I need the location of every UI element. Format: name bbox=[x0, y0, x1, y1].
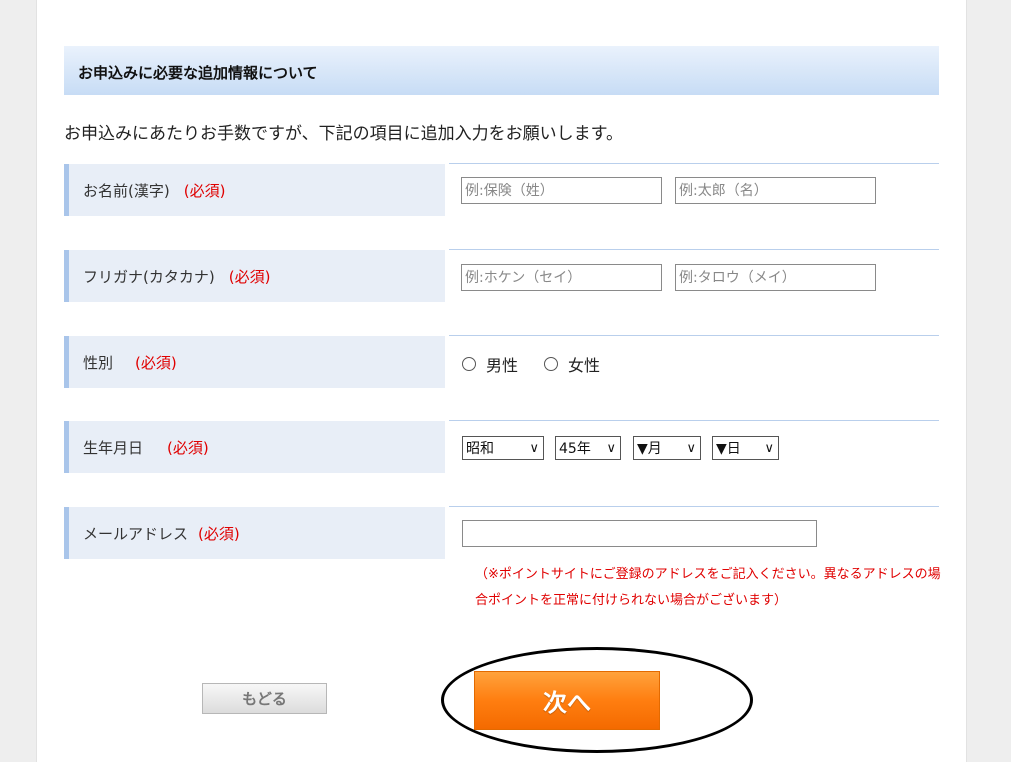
row-divider bbox=[449, 506, 939, 507]
row-divider bbox=[449, 335, 939, 336]
day-select[interactable]: ▼日 ∨ bbox=[712, 436, 779, 460]
label-text: フリガナ(カタカナ) bbox=[83, 268, 215, 286]
last-name-furigana-input[interactable] bbox=[461, 264, 662, 291]
form-panel: お申込みに必要な追加情報について お申込みにあたりお手数ですが、下記の項目に追加… bbox=[36, 0, 967, 762]
section-header: お申込みに必要な追加情報について bbox=[64, 46, 939, 95]
required-badge: (必須) bbox=[183, 182, 226, 200]
day-value: ▼日 bbox=[716, 441, 741, 457]
radio-label-male: 男性 bbox=[486, 356, 519, 375]
row-divider bbox=[449, 249, 939, 250]
label-name-kanji: お名前(漢字) (必須) bbox=[64, 164, 445, 216]
required-badge: (必須) bbox=[228, 268, 271, 286]
row-divider bbox=[449, 420, 939, 421]
next-button[interactable]: 次へ bbox=[474, 671, 660, 730]
label-gender: 性別 (必須) bbox=[64, 336, 445, 388]
last-name-kanji-input[interactable] bbox=[461, 177, 662, 204]
era-value: 昭和 bbox=[466, 441, 494, 457]
chevron-down-icon: ∨ bbox=[764, 441, 774, 456]
label-birthdate: 生年月日 (必須) bbox=[64, 421, 445, 473]
label-text: 生年月日 bbox=[83, 439, 144, 457]
label-furigana: フリガナ(カタカナ) (必須) bbox=[64, 250, 445, 302]
year-value: 45年 bbox=[559, 441, 591, 457]
intro-text: お申込みにあたりお手数ですが、下記の項目に追加入力をお願いします。 bbox=[64, 124, 623, 144]
year-select[interactable]: 45年 ∨ bbox=[555, 436, 621, 460]
label-text: メールアドレス bbox=[83, 525, 189, 543]
first-name-kanji-input[interactable] bbox=[675, 177, 876, 204]
radio-label-female: 女性 bbox=[568, 356, 601, 375]
email-note: （※ポイントサイトにご登録のアドレスをご記入ください。異なるアドレスの場合ポイン… bbox=[475, 567, 941, 608]
required-badge: (必須) bbox=[167, 439, 209, 457]
row-divider bbox=[449, 163, 939, 164]
month-value: ▼月 bbox=[637, 441, 662, 457]
section-title: お申込みに必要な追加情報について bbox=[78, 64, 318, 82]
radio-male[interactable]: 男性 bbox=[462, 352, 518, 376]
chevron-down-icon: ∨ bbox=[686, 441, 696, 456]
label-text: 性別 bbox=[83, 354, 114, 372]
label-text: お名前(漢字) bbox=[83, 182, 170, 200]
required-badge: (必須) bbox=[135, 354, 177, 372]
first-name-furigana-input[interactable] bbox=[675, 264, 876, 291]
radio-icon[interactable] bbox=[462, 357, 476, 371]
label-email: メールアドレス (必須) bbox=[64, 507, 445, 559]
chevron-down-icon: ∨ bbox=[529, 441, 539, 456]
radio-icon[interactable] bbox=[544, 357, 558, 371]
email-input[interactable] bbox=[462, 520, 817, 547]
month-select[interactable]: ▼月 ∨ bbox=[633, 436, 701, 460]
radio-female[interactable]: 女性 bbox=[544, 352, 600, 376]
back-button[interactable]: もどる bbox=[202, 683, 327, 714]
required-badge: (必須) bbox=[198, 525, 240, 543]
chevron-down-icon: ∨ bbox=[606, 441, 616, 456]
era-select[interactable]: 昭和 ∨ bbox=[462, 436, 544, 460]
